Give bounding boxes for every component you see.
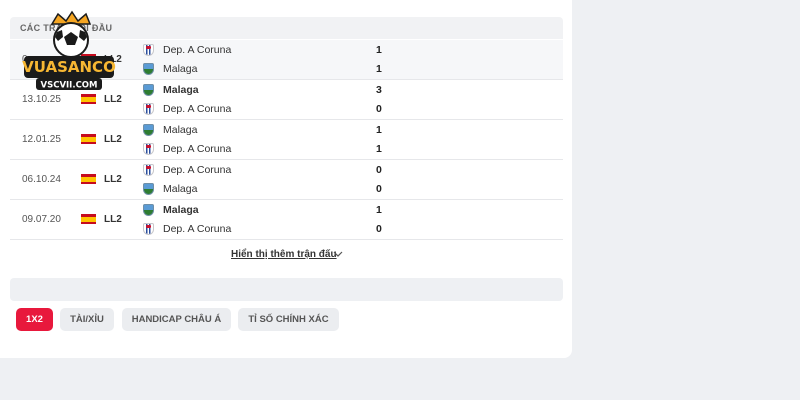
tab-over-under[interactable]: Tài/Xỉu — [60, 308, 114, 331]
malaga-crest-icon — [143, 204, 154, 216]
logo-subtext: VSCVII.COM — [41, 81, 98, 91]
vuasanco-logo-icon: VUASANCO VSCVII.COM — [22, 10, 116, 91]
away-score: 1 — [376, 63, 382, 75]
tab-1x2[interactable]: 1X2 — [16, 308, 53, 331]
malaga-crest-icon — [143, 63, 154, 75]
team-name: Dep. A Coruna — [163, 223, 232, 235]
spain-flag-icon — [81, 214, 96, 224]
dep-coruna-crest-icon — [143, 44, 154, 56]
league-label: LL2 — [104, 94, 122, 105]
show-more-matches-link[interactable]: Hiển thị thêm trận đấu — [231, 249, 337, 260]
home-score: 1 — [376, 44, 382, 56]
spain-flag-icon — [81, 94, 96, 104]
home-score: 0 — [376, 164, 382, 176]
malaga-crest-icon — [143, 183, 154, 195]
match-date: 06.10.24 — [22, 174, 61, 185]
team-name: Dep. A Coruna — [163, 44, 232, 56]
dep-coruna-crest-icon — [143, 164, 154, 176]
away-score: 0 — [376, 103, 382, 115]
chevron-down-icon[interactable] — [333, 249, 343, 259]
match-date: 13.10.25 — [22, 94, 61, 105]
tab-correct-score[interactable]: Tỉ số chính xác — [238, 308, 339, 331]
dep-coruna-crest-icon — [143, 223, 154, 235]
away-score: 1 — [376, 143, 382, 155]
match-row[interactable]: 09.07.20 LL2 Malaga 1 Dep. A Coruna 0 — [10, 200, 563, 240]
team-name: Malaga — [163, 204, 199, 216]
team-name: Malaga — [163, 183, 198, 195]
spain-flag-icon — [81, 174, 96, 184]
home-score: 1 — [376, 124, 382, 136]
spain-flag-icon — [81, 134, 96, 144]
team-name: Dep. A Coruna — [163, 103, 232, 115]
league-label: LL2 — [104, 214, 122, 225]
dep-coruna-crest-icon — [143, 103, 154, 115]
tab-asian-handicap[interactable]: Handicap châu Á — [122, 308, 231, 331]
dep-coruna-crest-icon — [143, 143, 154, 155]
match-date: 12.01.25 — [22, 134, 61, 145]
team-name: Malaga — [163, 84, 199, 96]
home-score: 3 — [376, 84, 382, 96]
match-date: 09.07.20 — [22, 214, 61, 225]
team-name: Malaga — [163, 63, 198, 75]
league-label: LL2 — [104, 174, 122, 185]
team-name: Dep. A Coruna — [163, 143, 232, 155]
match-row[interactable]: 12.01.25 LL2 Malaga 1 Dep. A Coruna 1 — [10, 120, 563, 160]
away-score: 0 — [376, 183, 382, 195]
home-score: 1 — [376, 204, 382, 216]
placeholder-bar — [10, 278, 563, 301]
logo-text: VUASANCO — [22, 58, 116, 76]
team-name: Dep. A Coruna — [163, 164, 232, 176]
league-label: LL2 — [104, 134, 122, 145]
head-to-head-card: Các trận đối đầu 0 LL2 Dep. A Coruna 1 M… — [0, 0, 572, 358]
malaga-crest-icon — [143, 84, 154, 96]
away-score: 0 — [376, 223, 382, 235]
team-name: Malaga — [163, 124, 198, 136]
malaga-crest-icon — [143, 124, 154, 136]
match-row[interactable]: 06.10.24 LL2 Dep. A Coruna 0 Malaga 0 — [10, 160, 563, 200]
